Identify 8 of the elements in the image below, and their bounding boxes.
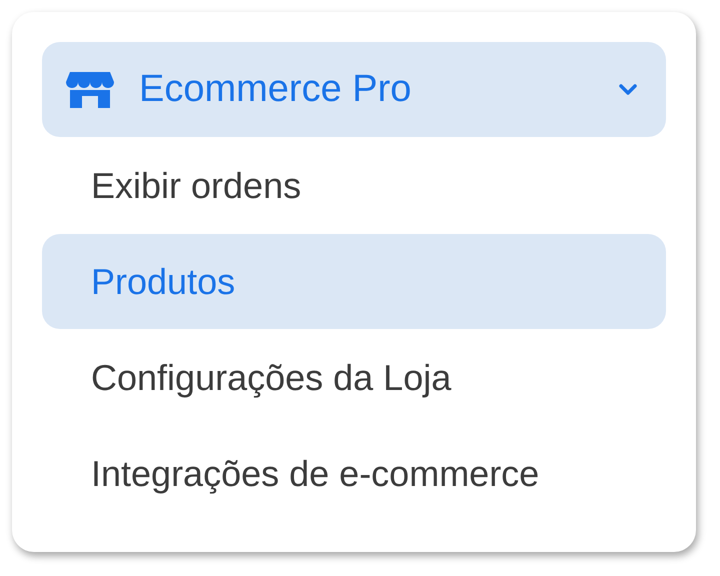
storefront-icon xyxy=(66,70,114,110)
menu-item[interactable]: Produtos xyxy=(42,234,666,329)
chevron-icon[interactable] xyxy=(618,82,638,96)
menu-item[interactable]: Integrações de e-commerce xyxy=(42,426,666,521)
menu-title: Ecommerce Pro xyxy=(139,68,412,111)
menu-header[interactable]: Ecommerce Pro xyxy=(42,42,666,137)
menu-item[interactable]: Exibir ordens xyxy=(42,138,666,233)
menu-item[interactable]: Configurações da Loja xyxy=(42,330,666,425)
